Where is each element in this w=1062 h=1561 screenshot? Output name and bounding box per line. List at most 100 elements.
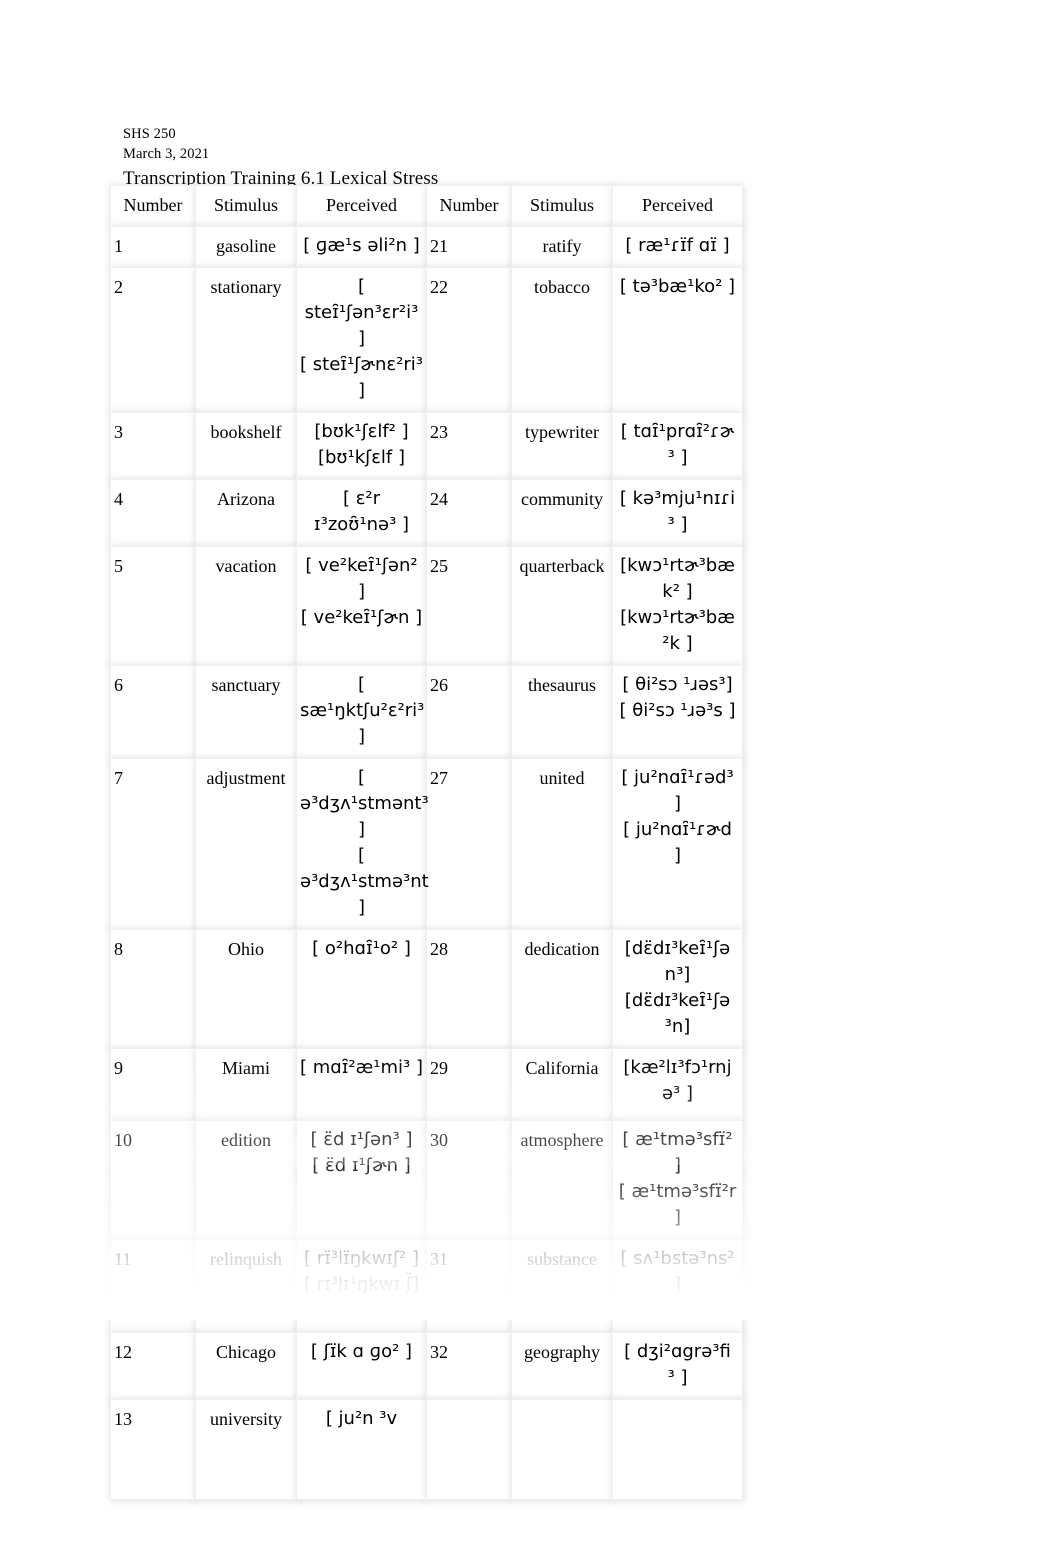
column-header-perceived-left: Perceived <box>296 185 427 227</box>
cell-perceived-right: [ sʌ¹bstə³ns²] [ sʌ¹bstə³ns ] <box>612 1239 743 1333</box>
cell-stimulus-right: quarterback <box>511 546 613 666</box>
transcription-line: ə³ ] <box>661 1083 694 1104</box>
document-date: March 3, 2021 <box>123 146 210 162</box>
cell-stimulus-right: substance <box>511 1239 613 1333</box>
cell-number-right: 24 <box>426 479 512 547</box>
cell-perceived-right: [kæ²lɪ³fɔ¹rnj ə³ ] <box>612 1048 743 1121</box>
cell-stimulus-left: Chicago <box>195 1332 297 1400</box>
cell-stimulus-left: edition <box>195 1120 297 1240</box>
transcription-line: [bʊ¹kʃɛlf ] <box>317 447 406 468</box>
transcription-line: [ tɑɪ̑¹prɑɪ̑²ɾɚ <box>620 421 735 442</box>
cell-perceived-left: [ ɛ²r ɪ³zoʊ̑¹nə³ ] <box>296 479 427 547</box>
column-header-stimulus-right: Stimulus <box>511 185 613 227</box>
table-row: 8 Ohio[ o²hɑɪ̑¹o² ] 28 dedication [dɛ̈dɪ³keɪ… <box>110 929 743 1049</box>
cell-perceived-left: [ sæ¹ŋktʃu²ɛ²ri³ ] <box>296 665 427 759</box>
table-row: 13 university [ ju²n ³v <box>110 1399 743 1500</box>
cell-perceived-right: [ kə³mju¹nɪɾi ³ ] <box>612 479 743 547</box>
transcription-line: [ kə³mju¹nɪɾi <box>619 488 736 509</box>
cell-number-right: 28 <box>426 929 512 1049</box>
transcription-line: [ æ¹tmə³sfɪ̈²r <box>618 1181 737 1202</box>
transcription-line: ³ ] <box>667 514 688 535</box>
cell-number-left: 6 <box>110 665 196 759</box>
cell-number-right: 29 <box>426 1048 512 1121</box>
transcription-line: [dɛ̈dɪ³keɪ̑¹ʃə <box>624 938 731 959</box>
cell-perceived-left: [ ju²n ³v <box>296 1399 427 1500</box>
cell-stimulus-right: thesaurus <box>511 665 613 759</box>
table-body: 1 gasoline [ ɡæ¹s əli²n ] 21 ratify [ ræ¹ɾɪ̈f… <box>110 226 743 1500</box>
transcription-line: [ rɪ³lɪ¹ŋkwɪ ʃ̈] <box>304 1274 419 1295</box>
transcription-line: [ ræ¹ɾɪ̈f ɑɪ̈ ] <box>625 235 730 256</box>
transcription-line: ³ ] <box>667 1367 688 1388</box>
cell-perceived-left: [ rɪ̈³lɪ̈ŋkwɪʃ² ] [ rɪ³lɪ¹ŋkwɪ ʃ̈] <box>296 1239 427 1333</box>
cell-perceived-left: [ ɛ̈d ɪ¹ʃən³ ] [ ɛ̈d ɪ¹ʃɚn ] <box>296 1120 427 1240</box>
cell-perceived-left: [ steɪ̑¹ʃən³ɛr²i³ ] [ steɪ̑¹ʃɚnɛ²ri³ ] <box>296 267 427 413</box>
cell-number-left: 9 <box>110 1048 196 1121</box>
transcription-line: [ θi²sɔ ¹ɹəs³] <box>622 674 733 695</box>
table-row: 2 stationary[ steɪ̑¹ʃən³ɛr²i³ ] [ steɪ̑¹ʃɚ… <box>110 267 743 413</box>
cell-stimulus-left: Arizona <box>195 479 297 547</box>
cell-perceived-right <box>612 1399 743 1500</box>
transcription-line: [ ju²nɑɪ̑¹ɾɚd <box>623 819 732 840</box>
transcription-line: [ sæ¹ŋktʃu²ɛ²ri³ ] <box>300 674 425 747</box>
transcription-line: [ sʌ¹bstə³ns² <box>620 1248 735 1269</box>
cell-perceived-left: [ o²hɑɪ̑¹o² ] <box>296 929 427 1049</box>
course-code: SHS 250 <box>123 126 176 142</box>
transcription-line: [kæ²lɪ³fɔ¹rnj <box>623 1057 732 1078</box>
table-row: 10 edition [ ɛ̈d ɪ¹ʃən³ ] [ ɛ̈d ɪ¹ʃɚn ] 30 at… <box>110 1120 743 1240</box>
cell-number-right: 23 <box>426 412 512 480</box>
cell-number-left: 4 <box>110 479 196 547</box>
cell-stimulus-left: Miami <box>195 1048 297 1121</box>
cell-perceived-left: [ ʃɪ̈k ɑ ɡo² ] <box>296 1332 427 1400</box>
transcription-line: [ ɛ̈d ɪ¹ʃɚn ] <box>312 1155 411 1176</box>
transcription-line: ] <box>673 1274 682 1295</box>
cell-number-left: 8 <box>110 929 196 1049</box>
cell-number-right: 25 <box>426 546 512 666</box>
transcription-line: [ ʃɪ̈k ɑ ɡo² ] <box>310 1341 413 1362</box>
table-row: 6 sanctuary[ sæ¹ŋktʃu²ɛ²ri³ ] 26 thesaurus[… <box>110 665 743 759</box>
transcription-line: [ ɛ²r ɪ³zoʊ̑¹nə³ ] <box>313 488 410 535</box>
transcription-line: ³n] <box>664 1016 691 1037</box>
cell-stimulus-right: tobacco <box>511 267 613 413</box>
table-row: 3 bookshelf [bʊk¹ʃɛlf² ] [bʊ¹kʃɛlf ] 23 typew… <box>110 412 743 480</box>
cell-stimulus-right: atmosphere <box>511 1120 613 1240</box>
cell-perceived-right: [ æ¹tmə³sfɪ̈²] [ æ¹tmə³sfɪ̈²r] <box>612 1120 743 1240</box>
cell-number-right: 32 <box>426 1332 512 1400</box>
transcription-line: [ ju²nɑɪ̑¹ɾəd³ <box>621 767 734 788</box>
column-header-stimulus-left: Stimulus <box>195 185 297 227</box>
cell-number-left: 11 <box>110 1239 196 1333</box>
cell-stimulus-left: bookshelf <box>195 412 297 480</box>
cell-stimulus-right <box>511 1399 613 1500</box>
cell-perceived-right: [ ræ¹ɾɪ̈f ɑɪ̈ ] <box>612 226 743 268</box>
cell-stimulus-right: typewriter <box>511 412 613 480</box>
cell-perceived-right: [ θi²sɔ ¹ɹəs³] [ θi²sɔ ¹ɹə³s ] <box>612 665 743 759</box>
table-row: 1 gasoline [ ɡæ¹s əli²n ] 21 ratify [ ræ¹ɾɪ̈f… <box>110 226 743 268</box>
cell-perceived-right: [kwɔ¹rtɚ³bæ k² ] [kwɔ¹rtɚ³bæ ²k ] <box>612 546 743 666</box>
transcription-line: [ steɪ̑¹ʃən³ɛr²i³ ] <box>304 276 419 349</box>
transcription-line: [ steɪ̑¹ʃɚnɛ²ri³ ] <box>300 354 423 401</box>
table-row: 9 Miami[ mɑɪ̑²æ¹mi³ ] 29 California [kæ²lɪ³f… <box>110 1048 743 1121</box>
transcription-line: [ ɡæ¹s əli²n ] <box>303 235 420 256</box>
transcription-line: [ θi²sɔ ¹ɹə³s ] <box>619 700 736 721</box>
cell-number-right: 31 <box>426 1239 512 1333</box>
cell-stimulus-right: united <box>511 758 613 930</box>
cell-number-right: 21 <box>426 226 512 268</box>
cell-number-left: 12 <box>110 1332 196 1400</box>
cell-number-left: 7 <box>110 758 196 930</box>
transcription-line: ] <box>673 1207 682 1228</box>
transcription-line: [ mɑɪ̑²æ¹mi³ ] <box>300 1057 423 1078</box>
column-header-number-right: Number <box>426 185 512 227</box>
cell-number-right <box>426 1399 512 1500</box>
transcription-line: ] <box>357 897 366 918</box>
cell-number-right: 30 <box>426 1120 512 1240</box>
cell-number-left: 5 <box>110 546 196 666</box>
transcription-line: ] <box>673 1155 682 1176</box>
cell-perceived-left: [ ə³dʒʌ¹stmənt³] [ ə³dʒʌ¹stmə³nt] <box>296 758 429 930</box>
transcription-table-wrap: Number Stimulus Perceived Number Stimulu… <box>110 185 743 1500</box>
cell-stimulus-right: dedication <box>511 929 613 1049</box>
table-row: 4 Arizona[ ɛ²r ɪ³zoʊ̑¹nə³ ] 24 community[ k… <box>110 479 743 547</box>
cell-stimulus-left: stationary <box>195 267 297 413</box>
transcription-line: ] <box>673 793 682 814</box>
cell-perceived-right: [ dʒi²ɑgrə³fi ³ ] <box>612 1332 743 1400</box>
cell-perceived-left: [ mɑɪ̑²æ¹mi³ ] <box>296 1048 427 1121</box>
cell-stimulus-left: vacation <box>195 546 297 666</box>
